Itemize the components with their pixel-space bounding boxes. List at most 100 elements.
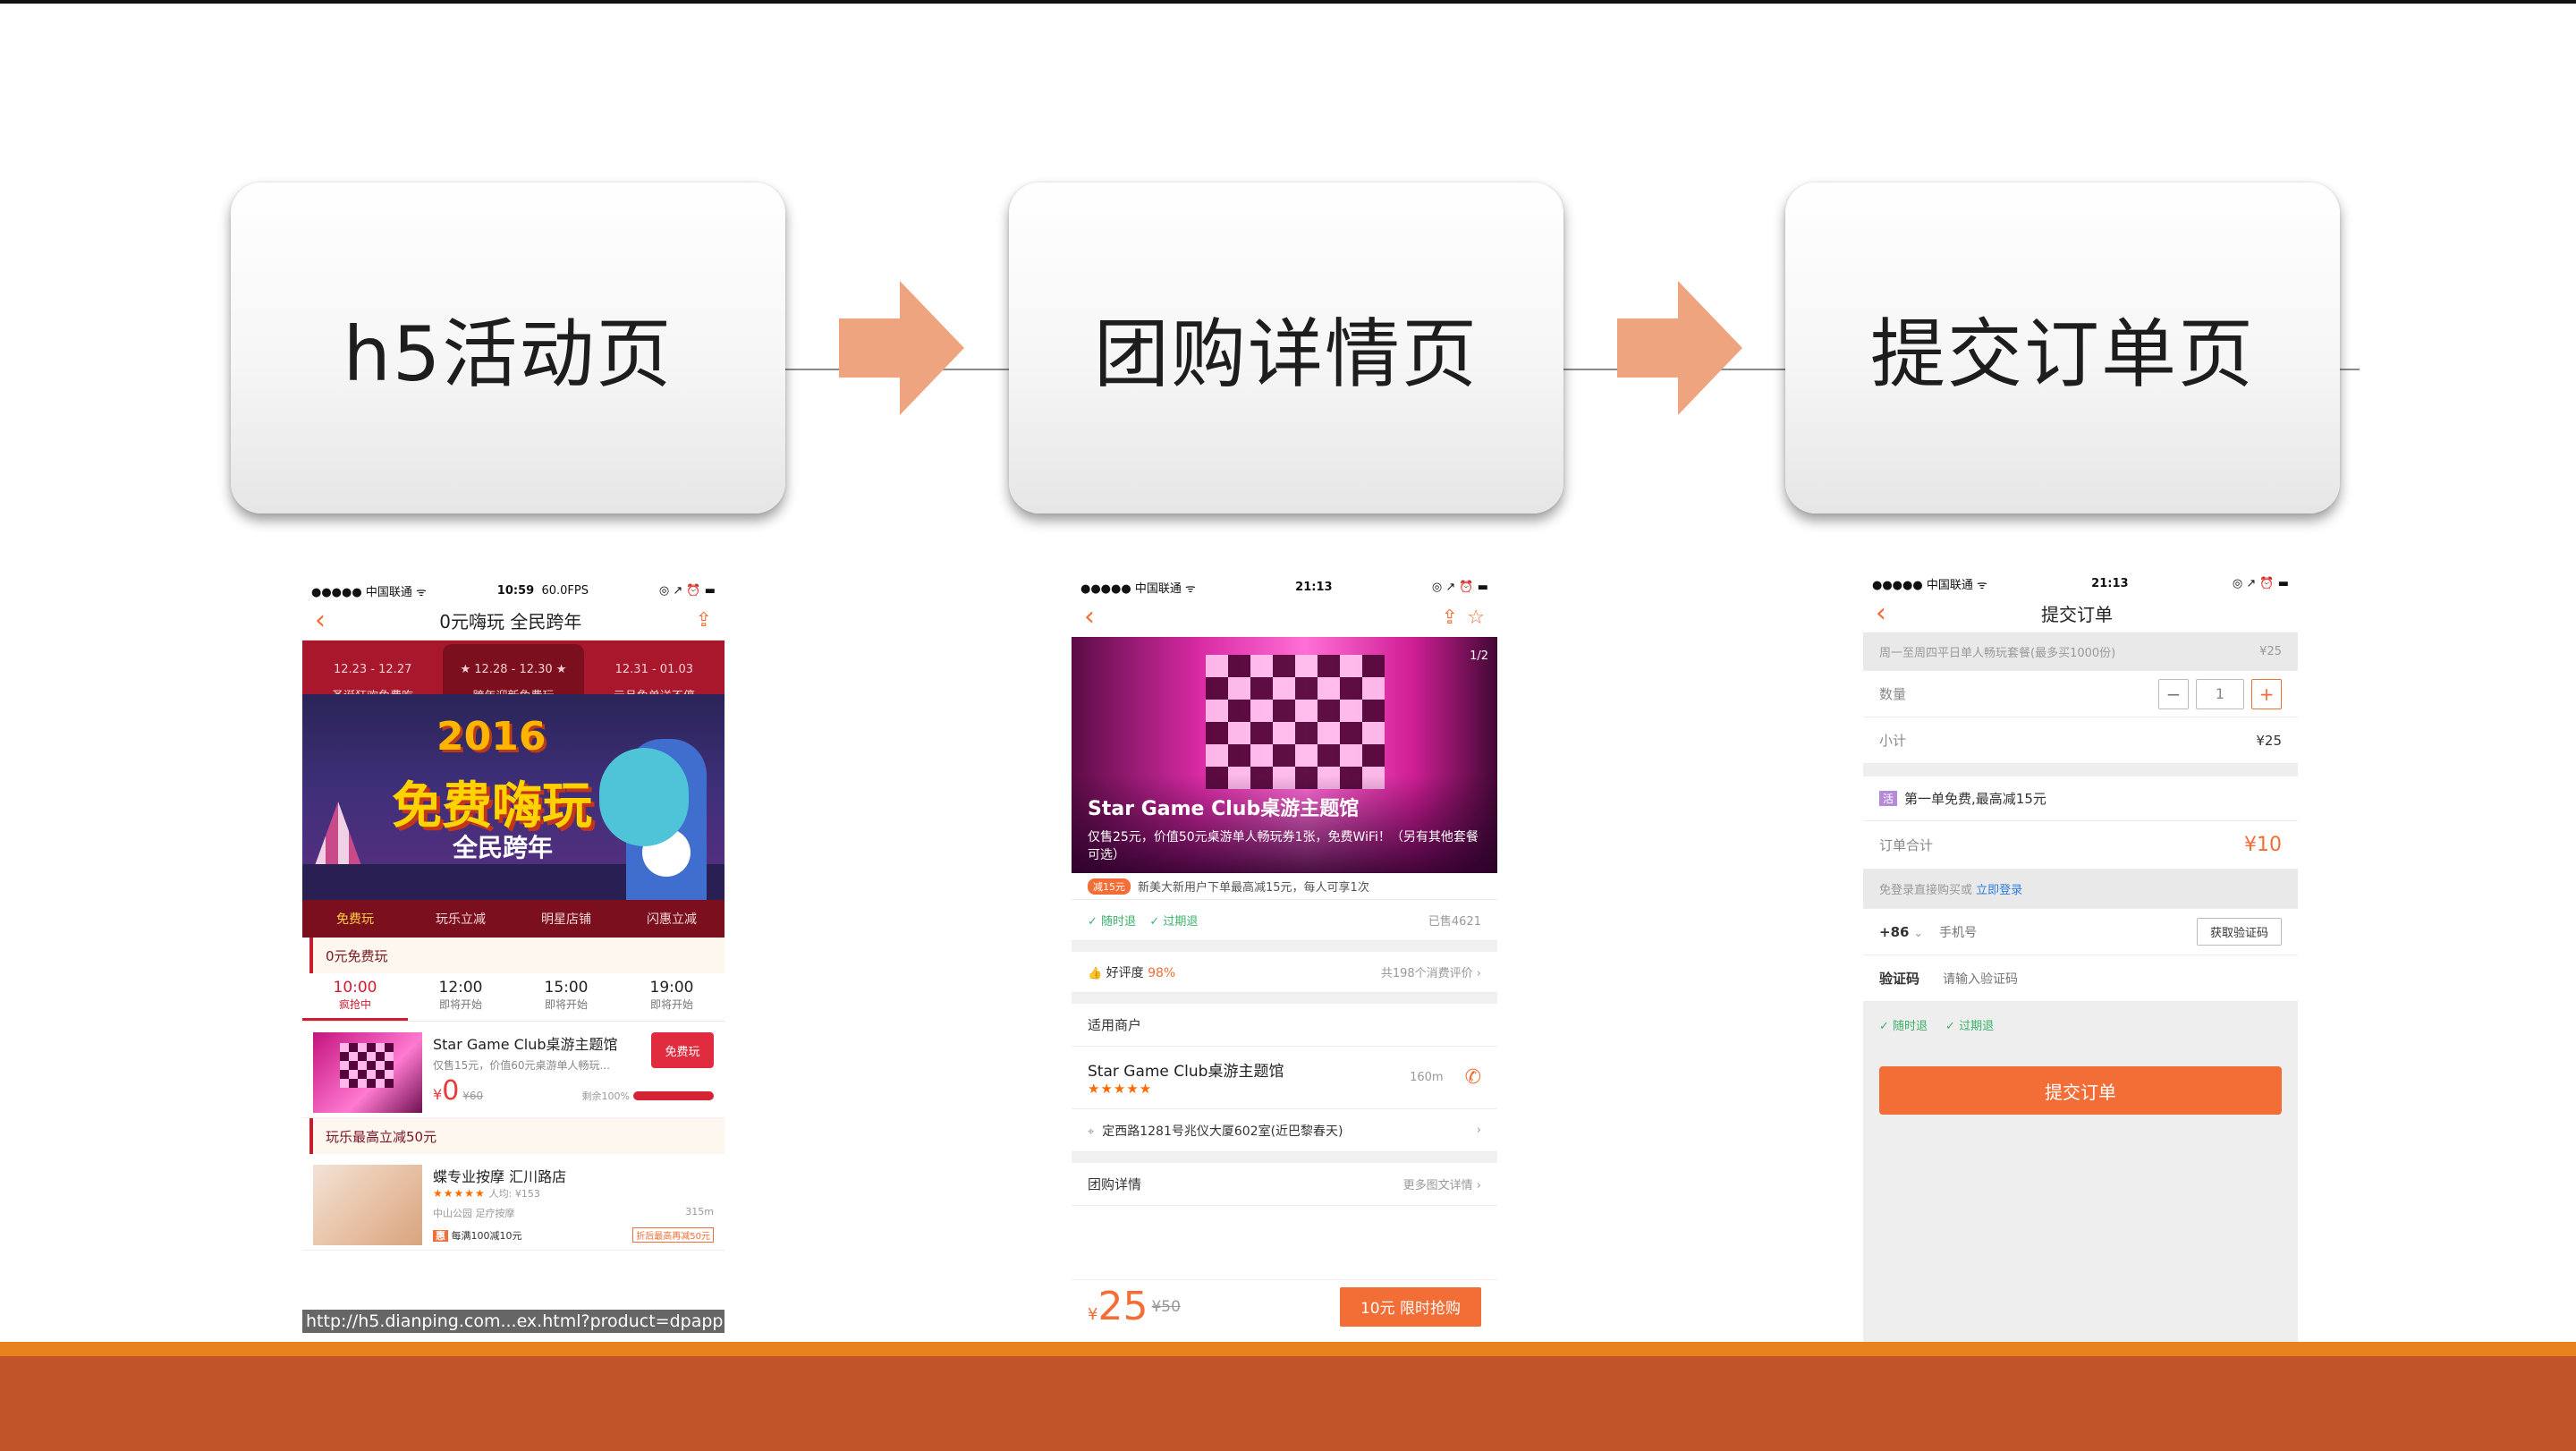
group-details-row[interactable]: 团购详情 更多图文详情 › [1072, 1163, 1497, 1206]
section-title: 0元免费玩 [309, 938, 724, 973]
date-tabs: 12.23 - 12.27圣诞狂欢免费吃 ★ 12.28 - 12.30 ★跨年… [302, 641, 724, 703]
location-icon: ⌖ [1088, 1124, 1095, 1139]
back-icon[interactable]: ‹ [315, 607, 326, 634]
footer-stripe [0, 1342, 2576, 1356]
banner-title: 免费嗨玩 [392, 777, 592, 836]
time-slot[interactable]: 10:00 疯抢中 [302, 973, 408, 1021]
cat-tab[interactable]: 明星店铺 [513, 910, 619, 928]
carrier: ●●●●● 中国联通 ᯤ [311, 585, 427, 599]
date-tab[interactable]: 12.31 - 01.03元旦免单送不停 [584, 641, 724, 703]
share-icon[interactable]: ⇪ [1442, 607, 1458, 629]
discount-badge: 折后最高再减50元 [632, 1227, 714, 1243]
footer-band [0, 1356, 2576, 1451]
plus-button[interactable]: + [2251, 678, 2282, 709]
page-title: 0元嗨玩 全民跨年 [439, 611, 582, 632]
time-slot[interactable]: 15:00 即将开始 [513, 973, 619, 1021]
status-bar: ●●●●● 中国联通 ᯤ 10:59 60.0FPS ◎ ↗ ⏰ ▬ [302, 580, 724, 601]
country-code[interactable]: +86 [1879, 924, 1909, 940]
deal-price: ¥25 [1088, 1284, 1148, 1329]
submit-order-button[interactable]: 提交订单 [1879, 1066, 2282, 1115]
right-arrow-icon [1617, 281, 1742, 415]
quantity-stepper: − 1 + [2158, 678, 2282, 709]
sold-count: 已售4621 [1428, 915, 1481, 929]
status-bar: ●●●●● 中国联通 ᯤ 21:13 ◎ ↗ ⏰ ▬ [1863, 573, 2298, 594]
deal-item[interactable]: Star Game Club桌游主题馆 仅售15元，价值60元桌游单人畅玩...… [302, 1022, 724, 1118]
code-input[interactable] [1943, 971, 2140, 986]
nav-bar: ‹ ⇪ ☆ [1072, 598, 1497, 637]
date-tab-active[interactable]: ★ 12.28 - 12.30 ★跨年迎新免费玩 [443, 644, 584, 703]
promo-row: 活第一单免费,最高减15元 [1863, 776, 2298, 821]
nav-bar: ‹ 提交订单 [1863, 594, 2298, 633]
quantity-row: 数量 − 1 + [1863, 671, 2298, 717]
flow-step-detail: 团购详情页 [1009, 182, 1563, 513]
nav-bar: ‹ 0元嗨玩 全民跨年 ⇪ [302, 601, 724, 641]
check-icon: ✓ [1945, 1019, 1960, 1033]
back-icon[interactable]: ‹ [1084, 604, 1095, 631]
time-slot[interactable]: 12:00 即将开始 [408, 973, 513, 1021]
quantity-field[interactable]: 1 [2196, 678, 2244, 709]
flow-step-label: 提交订单页 [1869, 310, 2255, 398]
phone-icon[interactable]: ✆ [1465, 1066, 1481, 1089]
flow-step-label: h5活动页 [343, 310, 674, 398]
star-icon[interactable]: ☆ [1467, 607, 1485, 629]
buy-button[interactable]: 10元 限时抢购 [1340, 1286, 1481, 1327]
flow-step-h5: h5活动页 [231, 182, 785, 513]
merchant-row[interactable]: Star Game Club桌游主题馆 ★★★★★ 160m ✆ [1072, 1047, 1497, 1109]
status-bar: ●●●●● 中国联通 ᯤ 21:13 ◎ ↗ ⏰ ▬ [1072, 576, 1497, 598]
rating-stars: ★★★★★ [433, 1187, 486, 1200]
share-icon[interactable]: ⇪ [696, 609, 712, 632]
cat-tab[interactable]: 闪惠立减 [619, 910, 724, 928]
h5-activity-screenshot: ●●●●● 中国联通 ᯤ 10:59 60.0FPS ◎ ↗ ⏰ ▬ ‹ 0元嗨… [302, 580, 724, 1333]
deal-thumbnail [313, 1165, 422, 1245]
stock-bar [633, 1091, 714, 1100]
check-icon: ✓ [1088, 915, 1102, 929]
back-icon[interactable]: ‹ [1876, 599, 1886, 627]
deal-price: ¥0 ¥60 [433, 1075, 484, 1107]
deal-hero-image[interactable]: 1/2 Star Game Club桌游主题馆 仅售25元，价值50元桌游单人畅… [1072, 637, 1497, 873]
deal-title: Star Game Club桌游主题馆 [1088, 798, 1360, 820]
phone-input[interactable] [1939, 924, 2101, 939]
refund-row: ✓ 随时退 ✓ 过期退 已售4621 [1072, 900, 1497, 941]
phone-row: +86 ⌄ 获取验证码 [1863, 909, 2298, 955]
url-bar: http://h5.dianping.com...ex.html?product… [302, 1310, 724, 1333]
deal-item[interactable]: 蝶专业按摩 汇川路店 ★★★★★ 人均: ¥153 中山公园 足疗按摩 315m … [302, 1154, 724, 1251]
checker-wall [1206, 655, 1385, 789]
image-pager: 1/2 [1470, 649, 1488, 663]
deal-thumbnail [313, 1032, 422, 1113]
free-play-button[interactable]: 免费玩 [651, 1032, 714, 1068]
category-tabs: 免费玩 玩乐立减 明星店铺 闪惠立减 [302, 900, 724, 938]
time-slots: 10:00 疯抢中 12:00 即将开始 15:00 即将开始 19:00 即将开始 [302, 973, 724, 1022]
deal-desc: 仅售25元，价值50元桌游单人畅玩券1张，免费WiFi！（另有其他套餐可选） [1088, 830, 1479, 862]
product-row: 周一至周四平日单人畅玩套餐(最多买1000份) ¥25 [1863, 633, 2298, 671]
page-title: 提交订单 [2041, 604, 2113, 625]
total-row: 订单合计 ¥10 [1863, 821, 2298, 870]
cat-tab-free[interactable]: 免费玩 [302, 910, 408, 928]
flow-step-order: 提交订单页 [1785, 182, 2340, 513]
rating-row[interactable]: 👍 好评度 98% 共198个消费评价 › [1072, 952, 1497, 993]
promo-banner[interactable]: 2016 免费嗨玩 全民跨年 [302, 694, 724, 900]
get-code-button[interactable]: 获取验证码 [2196, 918, 2282, 946]
login-hint-row: 免登录直接购买或 立即登录 [1863, 870, 2298, 909]
chevron-down-icon: ⌄ [1913, 926, 1924, 940]
monster-illustration [599, 748, 689, 846]
banner-subtitle: 全民跨年 [453, 833, 554, 862]
cat-tab[interactable]: 玩乐立减 [408, 910, 513, 928]
time-slot[interactable]: 19:00 即将开始 [619, 973, 724, 1021]
thumbs-up-icon: 👍 [1088, 966, 1103, 980]
promo-row: 减15元 新美大新用户下单最高减15元，每人可享1次 [1072, 873, 1497, 900]
date-tab[interactable]: 12.23 - 12.27圣诞狂欢免费吃 [302, 641, 443, 703]
order-screenshot: ●●●●● 中国联通 ᯤ 21:13 ◎ ↗ ⏰ ▬ ‹ 提交订单 周一至周四平… [1863, 573, 2298, 1342]
purchase-bar: ¥25 ¥50 10元 限时抢购 [1072, 1279, 1497, 1333]
minus-button[interactable]: − [2158, 678, 2189, 709]
stock-left: 剩余100% [582, 1089, 714, 1103]
merchant-section-title: 适用商户 [1072, 1004, 1497, 1047]
subtotal-row: 小计 ¥25 [1863, 717, 2298, 764]
address-row[interactable]: ⌖ 定西路1281号兆仪大厦602室(近巴黎春天) › [1072, 1109, 1497, 1152]
login-link[interactable]: 立即登录 [1976, 880, 2022, 897]
clock: 10:59 60.0FPS [496, 583, 589, 598]
status-icons: ◎ ↗ ⏰ ▬ [658, 583, 716, 598]
section-title: 玩乐最高立减50元 [309, 1118, 724, 1154]
check-icon: ✓ [1879, 1019, 1894, 1033]
deal-name: 蝶专业按摩 汇川路店 [433, 1168, 567, 1185]
top-border [0, 0, 2576, 4]
